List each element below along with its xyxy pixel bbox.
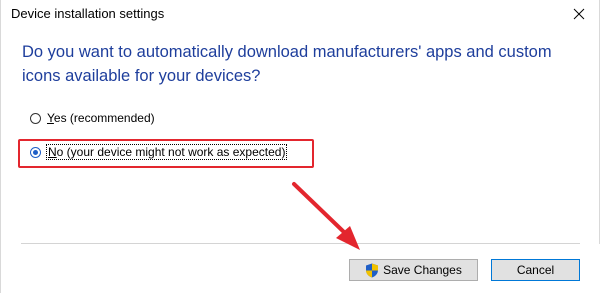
question-text: Do you want to automatically download ma… [22,43,552,85]
cancel-button[interactable]: Cancel [491,259,580,281]
radio-no[interactable] [30,146,41,158]
option-yes[interactable]: Yes (recommended) [30,111,155,125]
window-title: Device installation settings [11,6,165,21]
title-bar: Device installation settings [1,0,600,28]
option-no-text: o (your device might not work as expecte… [56,145,286,159]
cancel-label: Cancel [516,263,555,277]
close-icon [573,8,585,20]
option-yes-text: es (recommended) [53,111,155,125]
option-no[interactable]: No (your device might not work as expect… [30,144,288,160]
dialog-window: Device installation settings Do you want… [0,0,600,293]
close-button[interactable] [557,0,600,28]
option-yes-label: Yes (recommended) [47,111,155,125]
save-changes-button[interactable]: Save Changes [349,259,478,281]
option-yes-accel: Y [47,111,54,125]
option-no-label: No (your device might not work as expect… [45,144,288,160]
uac-shield-icon [366,263,379,277]
radio-yes[interactable] [30,112,41,124]
option-no-accel: N [48,145,57,159]
radio-dot [33,149,38,155]
save-changes-label: Save Changes [383,263,462,277]
